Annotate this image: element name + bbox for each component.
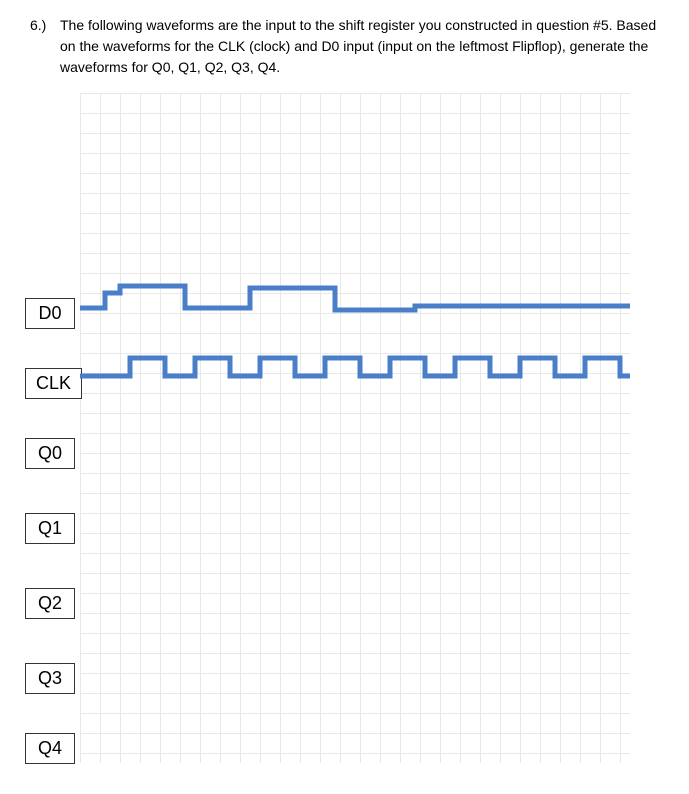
signal-label-q1: Q1 <box>25 513 75 544</box>
waveform-area: D0 CLK Q0 Q1 Q2 Q3 Q4 <box>20 93 640 763</box>
question-number: 6.) <box>30 15 60 78</box>
signal-label-q4: Q4 <box>25 733 75 764</box>
signal-label-clk: CLK <box>25 368 82 399</box>
waveform-d0 <box>80 278 630 323</box>
signal-label-q3: Q3 <box>25 663 75 694</box>
question-text: 6.) The following waveforms are the inpu… <box>30 15 659 78</box>
waveform-clk <box>80 348 630 393</box>
grid <box>80 93 630 763</box>
question-body: The following waveforms are the input to… <box>60 15 659 78</box>
signal-label-q0: Q0 <box>25 438 75 469</box>
signal-label-q2: Q2 <box>25 588 75 619</box>
signal-label-d0: D0 <box>25 298 75 329</box>
